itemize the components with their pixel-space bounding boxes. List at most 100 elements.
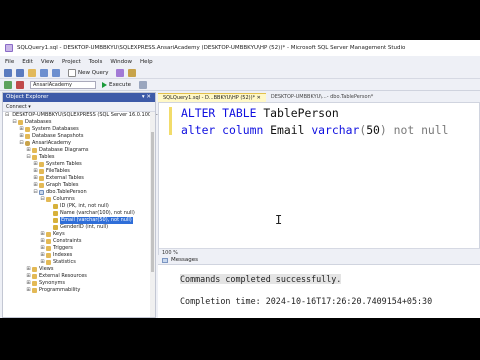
execute-button[interactable]: Execute xyxy=(102,81,131,88)
col-icon xyxy=(53,211,58,216)
tree-node[interactable]: ⊞ Indexes xyxy=(3,252,155,259)
paren-close: ) xyxy=(379,123,387,137)
expander-icon[interactable]: ⊟ xyxy=(26,154,31,161)
expander-icon[interactable]: ⊞ xyxy=(40,259,45,266)
tree-node[interactable]: ⊞ System Databases xyxy=(3,126,155,133)
tree-node[interactable]: ⊞ Synonyms xyxy=(3,280,155,287)
tree-node[interactable]: ⊞ Keys xyxy=(3,231,155,238)
tree-node[interactable]: ⊟ DESKTOP-UMBBKYU\SQLEXPRESS (SQL Server … xyxy=(3,112,219,119)
zoom-level[interactable]: 100 % xyxy=(159,248,480,256)
expander-icon[interactable]: ⊞ xyxy=(33,161,38,168)
tree-node-label: Triggers xyxy=(53,245,73,251)
expander-icon[interactable]: ⊞ xyxy=(26,273,31,280)
menu-tools[interactable]: Tools xyxy=(89,59,103,65)
back-icon[interactable] xyxy=(4,68,12,77)
expander-icon[interactable]: ⊞ xyxy=(40,238,45,245)
menu-file[interactable]: File xyxy=(5,59,14,65)
table-icon xyxy=(39,190,44,195)
object-explorer-panel: Object Explorer ▾ ✕ Connect ▾ ⊟ DESKTOP-U… xyxy=(2,92,219,318)
analysis-query-icon[interactable] xyxy=(128,68,137,77)
expander-icon[interactable]: ⊟ xyxy=(19,140,24,147)
expander-icon[interactable]: ⊞ xyxy=(26,287,31,294)
tree-node[interactable]: ⊟ Columns xyxy=(3,196,155,203)
table-name: TablePerson xyxy=(263,106,339,120)
expander-icon[interactable]: ⊟ xyxy=(33,189,38,196)
expander-icon[interactable]: ⊞ xyxy=(40,245,45,252)
tree-node[interactable]: ⊞ System Tables xyxy=(3,161,155,168)
tree-node[interactable]: ⊞ Database Diagrams xyxy=(3,147,155,154)
ssms-app-icon xyxy=(5,44,13,52)
tab-table-designer[interactable]: DESKTOP-UMBBKYU\...- dbo.TablePerson* xyxy=(266,93,378,102)
tab-messages[interactable]: Messages xyxy=(171,256,198,265)
expander-icon[interactable]: ⊞ xyxy=(33,182,38,189)
tree-node[interactable]: ⊞ Graph Tables xyxy=(3,182,155,189)
folder-icon xyxy=(46,260,51,265)
expander-icon[interactable]: ⊞ xyxy=(33,175,38,182)
database-query-icon[interactable] xyxy=(116,68,125,77)
expander-icon[interactable]: ⊟ xyxy=(12,119,17,126)
tree-node[interactable]: ID (PK, int, not null) xyxy=(3,203,155,210)
save-all-icon[interactable] xyxy=(52,68,60,77)
connect-dropdown[interactable]: Connect ▾ xyxy=(6,104,31,110)
tree-node[interactable]: Email (varchar(50), not null) xyxy=(3,217,155,224)
object-explorer-header: Object Explorer ▾ ✕ xyxy=(3,93,155,102)
menu-view[interactable]: View xyxy=(41,59,54,65)
pin-close-icon[interactable]: ▾ ✕ xyxy=(142,93,151,102)
new-query-icon[interactable] xyxy=(68,68,76,77)
sql-code[interactable]: ALTER TABLE TablePerson alter column Ema… xyxy=(181,105,449,139)
tree-node[interactable]: ⊞ External Tables xyxy=(3,175,155,182)
tree-node[interactable]: ⊞ Triggers xyxy=(3,245,155,252)
folder-icon xyxy=(25,127,30,132)
tree-node[interactable]: ⊞ Constraints xyxy=(3,238,155,245)
scrollbar-thumb[interactable] xyxy=(151,132,154,272)
expander-icon[interactable]: ⊞ xyxy=(26,266,31,273)
folder-icon xyxy=(18,120,23,125)
expander-icon[interactable]: ⊞ xyxy=(26,147,31,154)
tree-node[interactable]: ⊟ Databases xyxy=(3,119,155,126)
expander-icon[interactable]: ⊟ xyxy=(40,196,45,203)
tree-node-label: dbo.TablePerson xyxy=(46,189,87,195)
expander-icon[interactable]: ⊞ xyxy=(19,133,24,140)
forward-icon[interactable] xyxy=(16,68,24,77)
messages-pane[interactable]: Commands completed successfully. Complet… xyxy=(158,265,480,318)
tree-node[interactable]: ⊞ Database Snapshots xyxy=(3,133,155,140)
menu-project[interactable]: Project xyxy=(62,59,81,65)
folder-icon xyxy=(32,267,37,272)
menu-edit[interactable]: Edit xyxy=(22,59,33,65)
expander-icon[interactable]: ⊞ xyxy=(19,126,24,133)
tree-node[interactable]: ⊞ Statistics xyxy=(3,259,155,266)
folder-icon xyxy=(46,232,51,237)
kw-table: TABLE xyxy=(222,106,257,120)
tree-node[interactable]: ⊟ Tables xyxy=(3,154,155,161)
tree-node[interactable]: ⊞ Views xyxy=(3,266,155,273)
query-editor[interactable]: ALTER TABLE TablePerson alter column Ema… xyxy=(158,102,480,256)
tree-node[interactable]: ⊞ FileTables xyxy=(3,168,155,175)
expander-icon[interactable]: ⊟ xyxy=(5,112,9,119)
database-select[interactable]: AnsariAcademy xyxy=(30,80,96,89)
parse-icon[interactable] xyxy=(139,80,147,89)
menu-window[interactable]: Window xyxy=(110,59,132,65)
object-explorer-scrollbar[interactable] xyxy=(150,112,155,317)
expander-icon[interactable]: ⊞ xyxy=(40,252,45,259)
tree-node-label: FileTables xyxy=(46,168,70,174)
db-icon xyxy=(25,141,30,146)
menu-help[interactable]: Help xyxy=(140,59,153,65)
folder-icon xyxy=(46,239,51,244)
type-varchar: varchar xyxy=(311,123,360,137)
disconnect-icon[interactable] xyxy=(16,80,24,89)
tree-node[interactable]: ⊞ Programmability xyxy=(3,287,155,294)
new-query-button[interactable]: New Query xyxy=(78,70,108,76)
tree-node[interactable]: ⊟ AnsariAcademy xyxy=(3,140,155,147)
tree-node[interactable]: GenderID (int, null) xyxy=(3,224,155,231)
expander-icon[interactable]: ⊞ xyxy=(33,168,38,175)
open-folder-icon[interactable] xyxy=(28,68,36,77)
expander-icon[interactable]: ⊞ xyxy=(26,280,31,287)
tree-node[interactable]: ⊟ dbo.TablePerson xyxy=(3,189,155,196)
tree-node[interactable]: ⊞ External Resources xyxy=(3,273,155,280)
col-icon xyxy=(53,218,58,223)
tree-node[interactable]: Name (varchar(100), not null) xyxy=(3,210,155,217)
tab-sqlquery1[interactable]: SQLQuery1.sql - D...BBKYU\HP (52))* ✕ xyxy=(158,93,266,102)
connect-icon[interactable] xyxy=(4,80,12,89)
save-icon[interactable] xyxy=(40,68,48,77)
expander-icon[interactable]: ⊞ xyxy=(40,231,45,238)
